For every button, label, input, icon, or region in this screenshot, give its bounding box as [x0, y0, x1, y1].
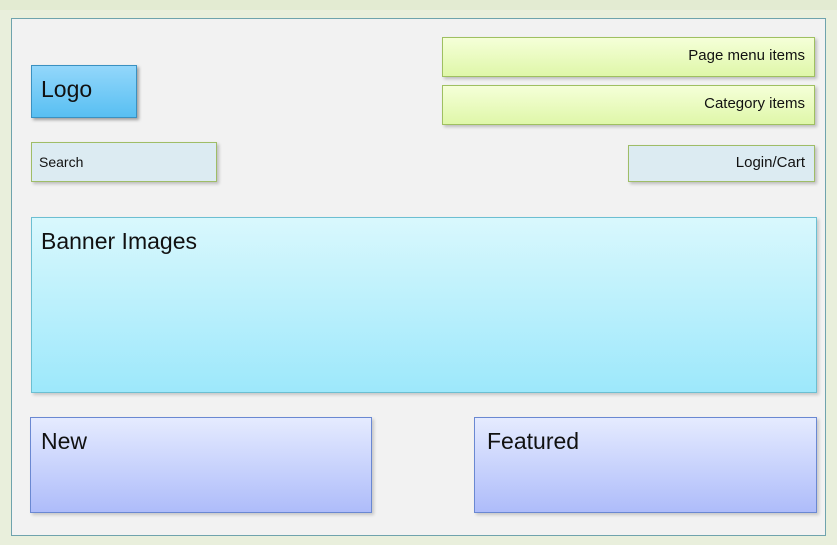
category-items-box: Category items	[442, 85, 815, 125]
search-box: Search	[31, 142, 217, 182]
banner-images-box: Banner Images	[31, 217, 817, 393]
new-section-label: New	[41, 428, 88, 454]
top-strip	[0, 0, 837, 10]
page-menu-items-box: Page menu items	[442, 37, 815, 77]
logo-label: Logo	[41, 76, 93, 102]
website-wireframe: Logo Page menu items Category items Sear…	[11, 18, 826, 536]
new-section-box: New	[30, 417, 372, 513]
banner-images-label: Banner Images	[41, 228, 197, 254]
logo-box: Logo	[31, 65, 137, 118]
category-items-label: Category items	[704, 95, 805, 112]
search-label: Search	[39, 154, 84, 170]
login-cart-label: Login/Cart	[735, 154, 805, 171]
login-cart-box: Login/Cart	[628, 145, 815, 182]
page-menu-items-label: Page menu items	[688, 47, 805, 64]
featured-section-box: Featured	[474, 417, 817, 513]
featured-section-label: Featured	[487, 428, 580, 454]
